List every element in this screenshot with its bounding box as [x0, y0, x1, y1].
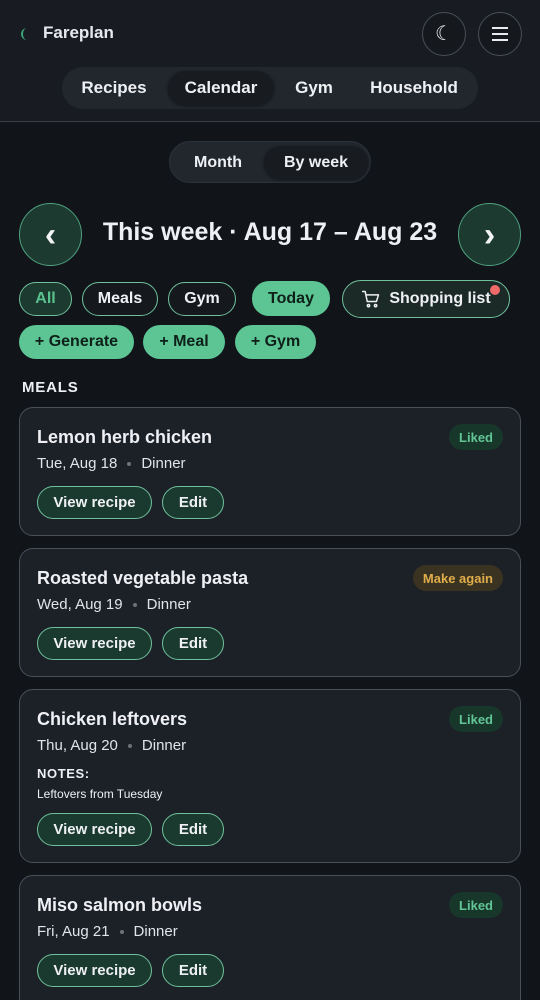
view-mode-toggle: Month By week	[169, 141, 371, 183]
meal-type: Dinner	[133, 923, 178, 940]
status-badge: Make again	[412, 565, 503, 591]
separator-dot	[127, 743, 132, 748]
theme-toggle-button[interactable]: ☾	[422, 12, 466, 56]
filter-all-chip[interactable]: All	[19, 282, 72, 316]
status-badge: Liked	[449, 424, 503, 450]
menu-button[interactable]	[478, 12, 522, 56]
edit-button[interactable]: Edit	[162, 486, 224, 519]
meal-title: Roasted vegetable pasta	[37, 568, 249, 588]
tab-calendar[interactable]: Calendar	[168, 71, 274, 105]
meal-card: Roasted vegetable pasta Make again Wed, …	[19, 548, 521, 677]
separator-dot	[132, 602, 137, 607]
meal-type: Dinner	[146, 596, 191, 613]
notification-badge	[490, 285, 500, 295]
main-nav-tabs: Recipes Calendar Gym Household	[62, 67, 478, 109]
meal-card: Miso salmon bowls Liked Fri, Aug 21 Dinn…	[19, 875, 521, 1000]
notes-text: Leftovers from Tuesday	[37, 787, 163, 801]
separator-dot	[127, 461, 132, 466]
today-button[interactable]: Today	[252, 281, 330, 316]
tab-recipes[interactable]: Recipes	[66, 71, 162, 105]
meal-meta: Wed, Aug 19 Dinner	[37, 596, 191, 613]
next-week-button[interactable]: ›	[458, 203, 521, 266]
chevron-right-icon: ›	[483, 215, 496, 254]
filter-meals-chip[interactable]: Meals	[82, 282, 158, 316]
meal-date: Tue, Aug 18	[37, 455, 118, 472]
meals-section-label: MEALS	[22, 379, 79, 396]
meal-date: Fri, Aug 21	[37, 923, 110, 940]
meal-date: Wed, Aug 19	[37, 596, 123, 613]
edit-button[interactable]: Edit	[162, 954, 224, 987]
meal-title: Miso salmon bowls	[37, 895, 203, 915]
filter-gym-chip[interactable]: Gym	[168, 282, 236, 316]
separator-dot	[119, 929, 124, 934]
tab-gym[interactable]: Gym	[280, 71, 348, 105]
view-recipe-button[interactable]: View recipe	[37, 486, 152, 519]
view-recipe-button[interactable]: View recipe	[37, 813, 152, 846]
meal-card: Chicken leftovers Liked Thu, Aug 20 Dinn…	[19, 689, 521, 863]
meal-date: Thu, Aug 20	[37, 737, 118, 754]
meal-type: Dinner	[141, 455, 186, 472]
shopping-list-button[interactable]: Shopping list	[342, 280, 510, 318]
view-recipe-button[interactable]: View recipe	[37, 954, 152, 987]
view-month-option[interactable]: Month	[174, 146, 262, 179]
status-badge: Liked	[449, 892, 503, 918]
meal-meta: Fri, Aug 21 Dinner	[37, 923, 178, 940]
meal-type: Dinner	[141, 737, 187, 754]
shopping-cart-icon	[362, 290, 380, 308]
chevron-left-icon: ‹	[44, 215, 57, 254]
meal-meta: Thu, Aug 20 Dinner	[37, 737, 186, 754]
meal-title: Chicken leftovers	[37, 709, 188, 729]
meal-card: Lemon herb chicken Liked Tue, Aug 18 Din…	[19, 407, 521, 536]
add-meal-button[interactable]: + Meal	[143, 325, 225, 359]
notes-label: NOTES:	[37, 766, 90, 781]
app-title: Fareplan	[43, 23, 114, 42]
tab-household[interactable]: Household	[354, 71, 474, 105]
previous-week-button[interactable]: ‹	[19, 203, 82, 266]
logo-icon	[21, 28, 27, 40]
hamburger-menu-icon	[492, 27, 508, 41]
meal-meta: Tue, Aug 18 Dinner	[37, 455, 186, 472]
status-badge: Liked	[449, 706, 503, 732]
add-gym-button[interactable]: + Gym	[235, 325, 316, 359]
meal-title: Lemon herb chicken	[37, 427, 213, 447]
week-title: This week · Aug 17 – Aug 23	[102, 218, 438, 246]
view-recipe-button[interactable]: View recipe	[37, 627, 152, 660]
generate-button[interactable]: + Generate	[19, 325, 134, 359]
moon-icon: ☾	[435, 23, 453, 45]
edit-button[interactable]: Edit	[162, 627, 224, 660]
edit-button[interactable]: Edit	[162, 813, 224, 846]
view-by-week-option[interactable]: By week	[264, 146, 368, 179]
shopping-list-label: Shopping list	[389, 290, 491, 307]
app-header: Fareplan ☾ Recipes Calendar Gym Househol…	[0, 0, 540, 122]
